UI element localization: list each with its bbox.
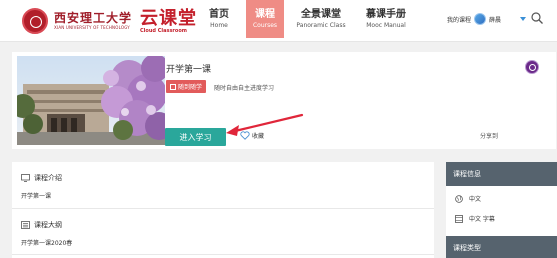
section-divider <box>12 254 434 255</box>
share-link[interactable]: 分享到 <box>480 131 498 140</box>
calendar-icon <box>170 83 176 90</box>
user-name[interactable]: 薛晨 <box>489 15 501 24</box>
search-icon[interactable] <box>530 11 544 25</box>
nav-courses[interactable]: 课程 Courses <box>246 0 284 38</box>
my-courses-link[interactable]: 我的课程 <box>447 15 471 24</box>
heart-icon <box>240 131 250 140</box>
university-name-cn: 西安理工大学 <box>54 11 133 25</box>
site-logo[interactable]: 西安理工大学 XIAN UNIVERSITY OF TECHNOLOGY 云课堂… <box>22 6 197 36</box>
course-outline-title: 课程大纲 <box>34 221 62 229</box>
top-header: 西安理工大学 XIAN UNIVERSITY OF TECHNOLOGY 云课堂… <box>0 0 557 42</box>
course-cover-image <box>17 56 165 145</box>
language-row: 中文 <box>455 194 481 203</box>
nav-home[interactable]: 首页 Home <box>200 0 238 38</box>
user-menu[interactable]: 我的课程 薛晨 <box>447 13 501 25</box>
nav-label-cn: 首页 <box>209 9 229 20</box>
university-seal-icon <box>22 8 48 34</box>
course-info-sidebar: 课程信息 中文 中文 字幕 课程类型 <box>446 162 557 258</box>
course-outline-text: 开学第一课2020春 <box>21 240 73 247</box>
course-type-header: 课程类型 <box>446 236 557 258</box>
course-details-panel: 课程介绍 开学第一课 课程大纲 开学第一课2020春 <box>12 162 434 258</box>
self-paced-badge: 随到随学 <box>166 80 207 93</box>
institution-badge-icon <box>525 60 539 74</box>
nav-label-cn: 慕课手册 <box>366 9 406 20</box>
subtitle-row: 中文 字幕 <box>455 214 495 223</box>
globe-icon <box>455 194 463 203</box>
nav-label-en: Panoramic Class <box>296 22 346 29</box>
language-value: 中文 <box>469 196 482 203</box>
nav-label-cn: 课程 <box>255 9 275 20</box>
section-divider <box>12 208 434 209</box>
chevron-down-icon[interactable] <box>520 17 526 21</box>
subtitle-icon <box>455 214 463 223</box>
platform-name-cn: 云课堂 <box>140 7 198 29</box>
course-intro-text: 开学第一课 <box>21 193 52 200</box>
platform-name-en: Cloud Classroom <box>140 27 187 34</box>
university-name: 西安理工大学 XIAN UNIVERSITY OF TECHNOLOGY <box>54 11 132 31</box>
avatar[interactable] <box>474 13 487 25</box>
nav-label-cn: 全景课堂 <box>301 9 341 20</box>
course-intro-title: 课程介绍 <box>34 174 62 182</box>
outline-icon <box>21 221 30 229</box>
enter-learning-button[interactable]: 进入学习 <box>165 128 226 146</box>
course-intro-header: 课程介绍 <box>21 173 62 183</box>
course-title: 开学第一课 <box>166 65 212 75</box>
self-paced-label: 随到随学 <box>178 84 203 91</box>
monitor-icon <box>21 174 30 182</box>
self-paced-note: 随时自由自主进度学习 <box>214 85 275 92</box>
nav-mooc-manual[interactable]: 慕课手册 Mooc Manual <box>357 0 415 38</box>
nav-label-en: Mooc Manual <box>366 22 406 29</box>
nav-label-en: Courses <box>252 22 278 29</box>
university-name-en: XIAN UNIVERSITY OF TECHNOLOGY <box>54 25 130 30</box>
nav-panoramic-class[interactable]: 全景课堂 Panoramic Class <box>291 0 351 38</box>
course-header-card: 开学第一课 随到随学 随时自由自主进度学习 进入学习 收藏 分享到 <box>12 52 556 149</box>
favorite-button[interactable]: 收藏 <box>240 131 264 140</box>
course-info-header: 课程信息 <box>446 162 557 186</box>
subtitle-value: 中文 字幕 <box>469 216 495 223</box>
platform-name: 云课堂 Cloud Classroom <box>140 9 197 34</box>
course-outline-header: 课程大纲 <box>21 220 62 230</box>
nav-label-en: Home <box>210 22 228 29</box>
favorite-label: 收藏 <box>252 133 265 140</box>
